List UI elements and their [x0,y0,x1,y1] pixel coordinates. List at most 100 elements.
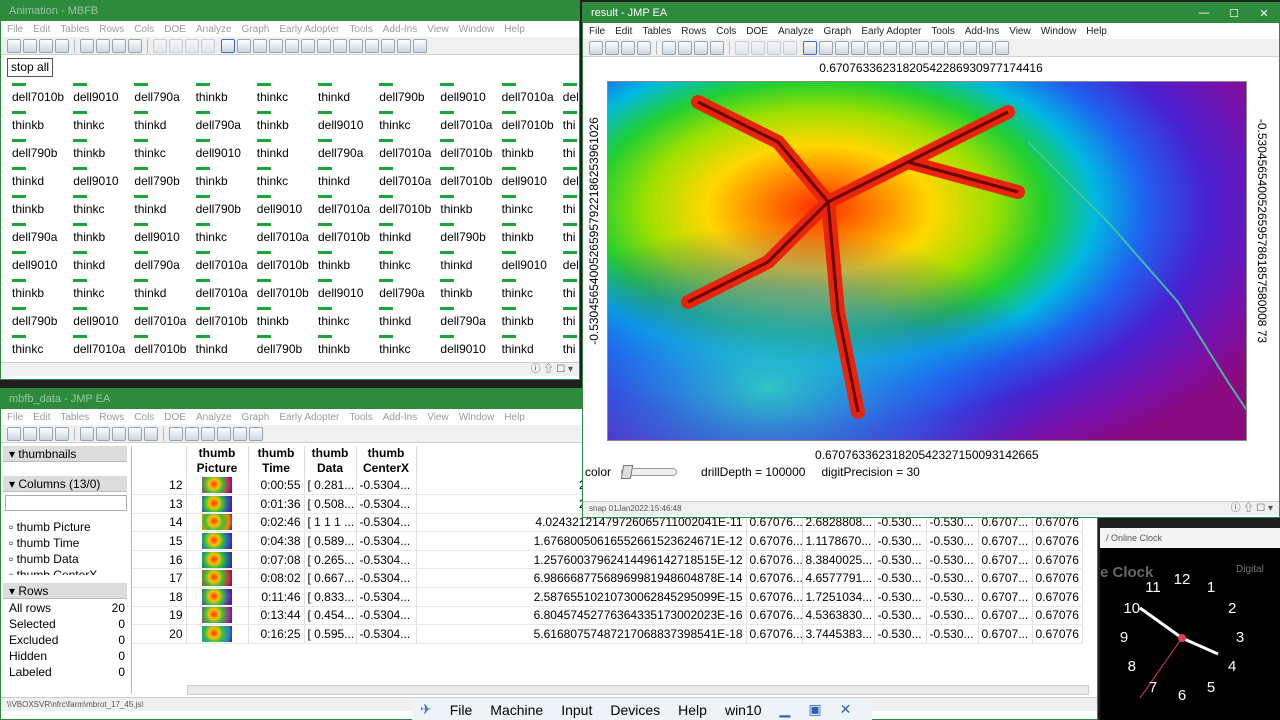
annotate-tool-icon[interactable] [365,38,379,53]
cell-time[interactable]: 0:04:38 [248,531,305,551]
cell-a[interactable]: 0.67076... [746,568,803,589]
cell-data[interactable]: [ 1 1 1 ... [304,513,357,533]
menu-doe[interactable]: DOE [164,412,186,423]
rows-icon[interactable] [169,38,183,53]
cols-icon[interactable] [185,38,199,53]
simple-shape-icon[interactable] [381,38,395,53]
menu-edit[interactable]: Edit [33,412,50,423]
new-icon[interactable] [7,38,21,53]
select-tool-icon[interactable] [851,40,865,55]
cell-c[interactable]: -0.530... [874,587,927,607]
menu-window[interactable]: Window [459,412,495,423]
row-number[interactable]: 20 [132,624,187,644]
cell-v[interactable]: 2.58765510210730062845295099E-15 [416,587,747,607]
vm-menu-machine[interactable]: Machine [490,702,543,718]
polygon-tool-icon[interactable] [979,40,993,55]
doe-icon[interactable] [201,38,215,53]
column-header[interactable]: thumb Picture [186,446,249,476]
menu-rows[interactable]: Rows [681,26,706,37]
cell-time[interactable]: 0:07:08 [248,550,305,570]
sort-icon[interactable] [233,426,247,441]
table-row[interactable]: 15 0:04:38[ 0.589... -0.5304... 1.676800506… [132,531,1083,551]
row-number[interactable]: 17 [132,568,187,589]
brush-tool-icon[interactable] [883,40,897,55]
animation-titlebar[interactable]: Animation - MBFB [1,1,579,21]
cell-d[interactable]: -0.530... [926,606,979,626]
menu-cols[interactable]: Cols [134,24,154,35]
menu-view[interactable]: View [427,412,449,423]
cell-e[interactable]: 0.6707... [978,531,1033,551]
menu-early-adopter[interactable]: Early Adopter [861,26,921,37]
table-row[interactable]: 20 0:16:25[ 0.595... -0.5304... 5.616807574… [132,624,1083,644]
menu-edit[interactable]: Edit [615,26,632,37]
cell-a[interactable]: 0.67076... [746,550,803,570]
menu-add-ins[interactable]: Add-Ins [965,26,999,37]
cell-v[interactable]: 6.80457452776364335173002023E-16 [416,606,747,626]
color-slider[interactable] [620,465,678,479]
cell-f[interactable]: 0.67076 [1032,587,1083,607]
brush-tool-icon[interactable] [301,38,315,53]
cell-d[interactable]: -0.530... [926,587,979,607]
close-button[interactable]: ✕ [1249,3,1279,23]
menu-help[interactable]: Help [1086,26,1107,37]
folder-icon[interactable] [39,426,53,441]
cell-d[interactable]: -0.530... [926,624,979,644]
cell-a[interactable]: 0.67076... [746,606,803,626]
row-number[interactable]: 19 [132,606,187,626]
cell-data[interactable]: [ 0.508... [304,494,357,514]
cell-time[interactable]: 0:01:36 [248,494,305,514]
cell-e[interactable]: 0.6707... [978,568,1033,589]
cell-data[interactable]: [ 0.667... [304,568,357,589]
cell-cx[interactable]: -0.5304... [356,476,417,496]
cell-v[interactable]: 6.98666877568969981948604878E-14 [416,568,747,589]
column-header[interactable]: thumb CenterX [356,446,417,476]
menu-add-ins[interactable]: Add-Ins [383,24,417,35]
column-list-item[interactable]: ▫ thumb Picture [3,519,127,535]
column-header[interactable]: thumb Data [304,446,357,476]
thumbnail-cell[interactable] [186,587,249,607]
thumbnail-cell[interactable] [186,606,249,626]
simple-shape-icon[interactable] [963,40,977,55]
polygon-tool-icon[interactable] [397,38,411,53]
display-icon[interactable]: ▣ [808,701,821,718]
menu-analyze[interactable]: Analyze [778,26,814,37]
crosshair-tool-icon[interactable] [253,38,267,53]
menu-rows[interactable]: Rows [99,412,124,423]
menu-graph[interactable]: Graph [242,24,270,35]
thumbnail-cell[interactable] [186,550,249,570]
cell-f[interactable]: 0.67076 [1032,531,1083,551]
line-tool-icon[interactable] [349,38,363,53]
script-icon[interactable] [710,40,724,55]
menu-tables[interactable]: Tables [60,412,89,423]
hand-tool-icon[interactable] [285,38,299,53]
menu-tools[interactable]: Tools [349,24,372,35]
columns-panel-header[interactable]: ▾ Columns (13/0) [3,476,127,492]
cell-b[interactable]: 4.6577791... [802,568,875,589]
cell-data[interactable]: [ 0.589... [304,531,357,551]
cell-b[interactable]: 1.1178670... [802,531,875,551]
join-icon[interactable] [249,426,263,441]
cell-cx[interactable]: -0.5304... [356,568,417,589]
menu-file[interactable]: File [589,26,605,37]
menu-file[interactable]: File [7,412,23,423]
cell-c[interactable]: -0.530... [874,550,927,570]
copy-icon[interactable] [678,40,692,55]
cell-v[interactable]: 5.61680757487217068837398541E-18 [416,624,747,644]
cell-e[interactable]: 0.6707... [978,624,1033,644]
script-icon[interactable] [128,38,142,53]
rows-icon[interactable] [185,426,199,441]
minimize-vm-icon[interactable]: ▁ [780,701,791,718]
cell-f[interactable]: 0.67076 [1032,550,1083,570]
thumbnail-cell[interactable] [186,494,249,514]
subset-icon[interactable] [217,426,231,441]
hand-tool-icon[interactable] [867,40,881,55]
result-titlebar[interactable]: result - JMP EA — ☐ ✕ [583,3,1279,23]
pin-icon[interactable]: ✈ [420,701,432,718]
paste-icon[interactable] [694,40,708,55]
copy-icon[interactable] [96,426,110,441]
row-number[interactable]: 12 [132,476,187,496]
cut-icon[interactable] [80,426,94,441]
cell-cx[interactable]: -0.5304... [356,531,417,551]
cell-cx[interactable]: -0.5304... [356,550,417,570]
cell-b[interactable]: 3.7445383... [802,624,875,644]
